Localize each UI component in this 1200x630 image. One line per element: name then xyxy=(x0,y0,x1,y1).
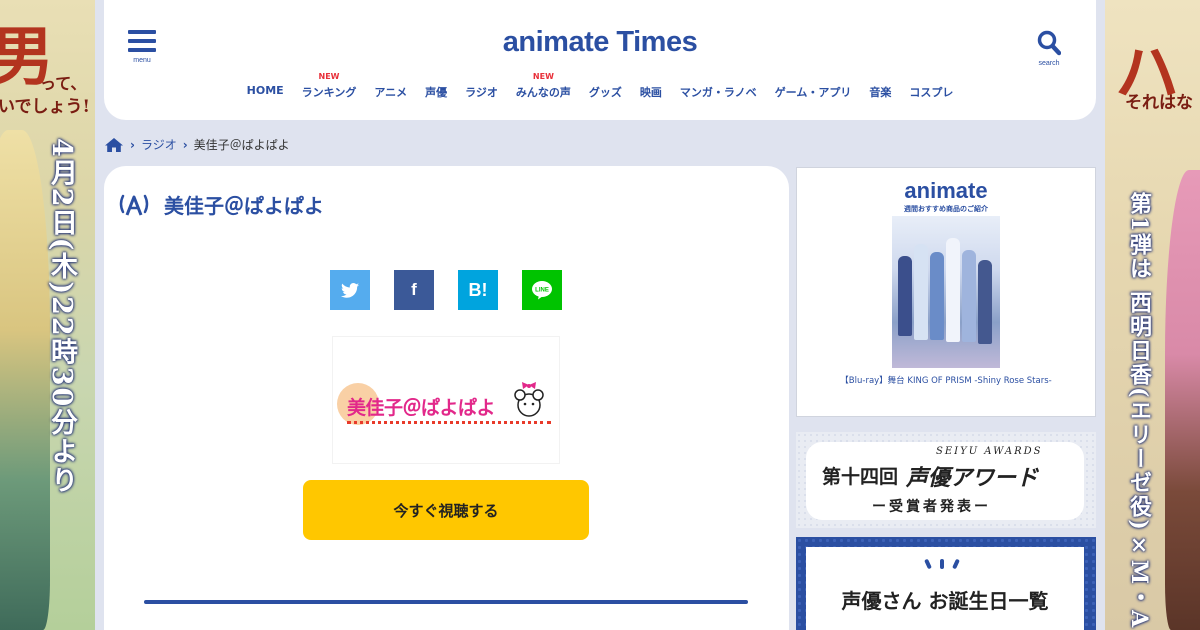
award-banner-inner: 第十四回 SEIYU AWARDS 声優アワード ー受賞者発表ー xyxy=(806,442,1084,520)
thumbnail-dotted-line xyxy=(347,421,551,424)
breadcrumb-link-radio[interactable]: ラジオ xyxy=(141,136,177,153)
new-badge: NEW xyxy=(318,72,340,81)
new-badge: NEW xyxy=(532,72,554,81)
nav-item-ranking[interactable]: NEW ランキング xyxy=(293,72,366,100)
nav-item-manga-light-novel[interactable]: マンガ・ラノベ xyxy=(671,72,766,100)
ad-headline-line1: って、 xyxy=(40,74,87,93)
nav-item-seiyu[interactable]: 声優 xyxy=(416,72,456,100)
nav-item-label: ラジオ xyxy=(465,86,498,99)
search-button[interactable]: search xyxy=(1032,30,1066,67)
product-cover-image xyxy=(892,216,1000,368)
hatena-bookmark-icon: B! xyxy=(468,279,488,300)
nav-item-minna-no-koe[interactable]: NEW みんなの声 xyxy=(507,72,580,100)
main-nav: HOME NEW ランキング アニメ 声優 ラジオ NEW みんなの声 グッズ 映画 マンガ・ラノベ… xyxy=(104,72,1096,100)
nav-item-label: グッズ xyxy=(588,86,622,99)
radio-broadcast-icon xyxy=(119,194,149,216)
left-side-ad[interactable]: 男 って、 いでしょう! 4月2日(木)22時30分より xyxy=(0,0,95,630)
product-caption: 【Blu-ray】舞台 KING OF PRISM -Shiny Rose St… xyxy=(840,376,1052,386)
animate-logo: animate xyxy=(904,178,988,203)
ad-character-figure xyxy=(1165,170,1200,630)
ad-headline-line2: いでしょう! xyxy=(0,97,90,117)
twitter-share-button[interactable] xyxy=(330,270,370,310)
line-icon: LINE xyxy=(532,281,552,300)
chevron-right-icon: › xyxy=(182,137,188,152)
nav-item-label: 音楽 xyxy=(869,86,892,99)
page-title: 美佳子＠ぱよぱよ xyxy=(164,194,324,218)
line-share-button[interactable]: LINE xyxy=(522,270,562,310)
sparkle-icon xyxy=(924,558,960,570)
logo-suffix: mate Times xyxy=(543,26,698,58)
site-header: menu animate Times HOME NEW ランキング アニメ 声優 ラジオ N… xyxy=(104,0,1096,120)
nav-item-goods[interactable]: グッズ xyxy=(580,72,631,100)
nav-item-label: HOME xyxy=(246,84,284,97)
nav-item-label: みんなの声 xyxy=(515,86,571,99)
title-row: 美佳子＠ぱよぱよ xyxy=(118,190,324,219)
award-result-label: ー受賞者発表ー xyxy=(872,499,991,515)
nav-item-label: マンガ・ラノベ xyxy=(679,86,757,99)
home-icon[interactable] xyxy=(104,137,124,153)
nav-item-label: コスプレ xyxy=(909,86,954,99)
seiyu-birthday-banner[interactable]: 声優さん お誕生日一覧 xyxy=(796,537,1096,630)
ad-headline-line1: それはな xyxy=(1125,93,1193,113)
breadcrumb-current: 美佳子＠ぱよぱよ xyxy=(193,138,290,152)
nav-item-music[interactable]: 音楽 xyxy=(860,72,900,100)
mascot-icon xyxy=(514,382,544,417)
nav-item-radio[interactable]: ラジオ xyxy=(456,72,507,100)
nav-item-game-app[interactable]: ゲーム・アプリ xyxy=(766,72,861,100)
listen-now-button[interactable]: 今すぐ視聴する xyxy=(303,480,589,540)
search-icon xyxy=(1037,30,1062,56)
facebook-share-button[interactable]: f xyxy=(394,270,434,310)
ad-subtitle: 週間おすすめ商品のご紹介 xyxy=(904,205,988,213)
thumbnail-title: 美佳子＠ぱよぱよ xyxy=(347,397,496,419)
program-thumbnail: 美佳子＠ぱよぱよ xyxy=(332,336,560,464)
nav-item-label: ゲーム・アプリ xyxy=(774,86,852,99)
nav-item-label: 映画 xyxy=(639,86,662,99)
nav-item-anime[interactable]: アニメ xyxy=(365,72,416,100)
nav-item-movie[interactable]: 映画 xyxy=(631,72,671,100)
birthday-title: 声優さん お誕生日一覧 xyxy=(841,589,1049,613)
site-logo[interactable]: animate Times xyxy=(104,26,1096,59)
share-buttons: f B! LINE xyxy=(330,270,562,310)
logo-i: i xyxy=(535,26,544,58)
birthday-banner-inner: 声優さん お誕生日一覧 xyxy=(806,547,1084,630)
right-side-ad[interactable]: ハ それはな 第1弾は 西明日香(エリーゼ役)×M・A xyxy=(1105,0,1200,630)
nav-item-label: 声優 xyxy=(425,86,448,99)
award-edition: 第十四回 xyxy=(822,466,899,488)
award-title: 声優アワード xyxy=(906,465,1039,491)
award-english-title: SEIYU AWARDS xyxy=(936,446,1043,457)
main-content: 美佳子＠ぱよぱよ f B! LINE 美佳子＠ぱよぱよ 今すぐ視聴する xyxy=(104,166,789,630)
facebook-icon: f xyxy=(411,280,417,299)
nav-item-home[interactable]: HOME xyxy=(238,72,293,100)
ad-date-text: 4月2日(木)22時30分より xyxy=(46,138,77,496)
logo-prefix: an xyxy=(502,26,536,58)
breadcrumb: › ラジオ › 美佳子＠ぱよぱよ xyxy=(104,136,290,153)
search-label: search xyxy=(1038,60,1060,67)
ad-cast-text: 第1弾は 西明日香(エリーゼ役)×M・A xyxy=(1126,192,1152,630)
line-icon-label: LINE xyxy=(535,288,549,294)
nav-item-label: アニメ xyxy=(374,86,408,99)
chevron-right-icon: › xyxy=(130,137,135,152)
section-divider xyxy=(144,600,748,604)
nav-item-label: ランキング xyxy=(301,86,357,99)
sidebar-product-ad[interactable]: animate 週間おすすめ商品のご紹介 【Blu-ray】舞台 KING OF… xyxy=(796,167,1096,417)
twitter-icon xyxy=(341,282,359,298)
hatena-bookmark-button[interactable]: B! xyxy=(458,270,498,310)
nav-item-cosplay[interactable]: コスプレ xyxy=(900,72,962,100)
seiyu-awards-banner[interactable]: 第十四回 SEIYU AWARDS 声優アワード ー受賞者発表ー xyxy=(796,432,1096,528)
